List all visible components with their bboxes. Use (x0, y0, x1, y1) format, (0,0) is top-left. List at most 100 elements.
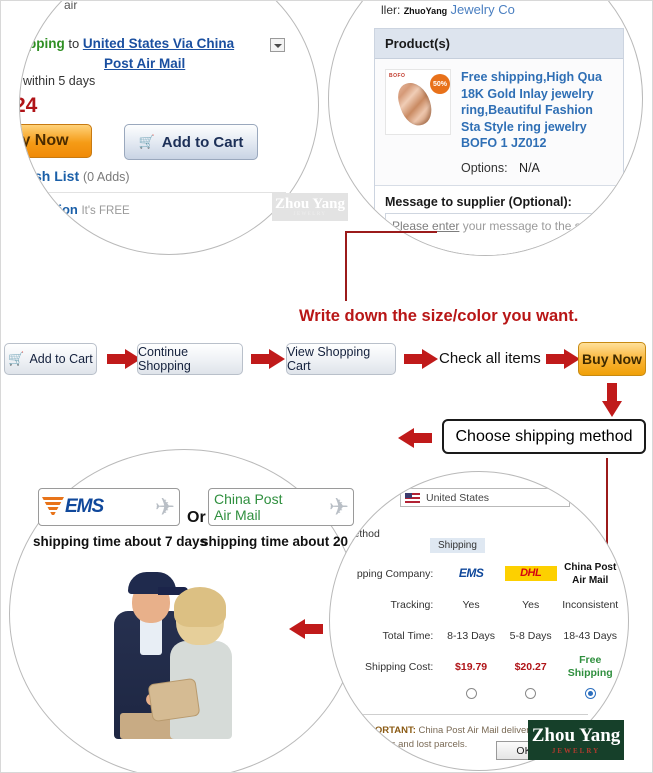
cell-tracking-ems: Yes (462, 598, 480, 611)
callout-line-vertical (345, 231, 347, 301)
wish-list-label: sh List (34, 168, 80, 184)
add-to-cart-button[interactable]: 🛒 Add to Cart (124, 124, 258, 160)
logo-sub-text: JEWELRY (551, 746, 601, 755)
logo-main-part1: Zhou (531, 724, 576, 746)
protection-free-label: It's FREE (81, 205, 130, 217)
logo-main-part2: Yang (579, 724, 621, 746)
table-row-radios (340, 682, 620, 704)
flow-check-all-items-text: Check all items (439, 350, 541, 367)
dhl-logo-icon: DHL (504, 566, 557, 581)
watermark-sub-text: JEWELRY (293, 212, 327, 217)
buyer-protection-row: tion It's FREE (54, 202, 130, 217)
products-panel: Product(s) BOFO 50% Free shipping,High Q… (374, 28, 624, 255)
shipping-method-label: ping Method (330, 528, 380, 540)
china-post-label: China Post Air Mail (564, 561, 617, 586)
shopping-cart-icon: 🛒 (8, 351, 25, 366)
divider (358, 714, 588, 715)
flow-buy-now-button[interactable]: Buy Now (578, 342, 646, 376)
table-row-company: pping Company: EMS DHL China Post Air Ma… (340, 558, 620, 589)
options-label: Options: (461, 160, 508, 175)
message-to-supplier-header: Message to supplier (Optional): (375, 184, 623, 213)
cell-cost-ems: $19.79 (455, 660, 488, 673)
product-title[interactable]: Free shipping,High Qua 18K Gold Inlay je… (461, 69, 613, 152)
wish-list-row[interactable]: sh List (0 Adds) (34, 168, 130, 184)
watermark-main-text: Zhou Yang (275, 196, 345, 212)
products-header: Product(s) (375, 29, 623, 59)
flow-continue-shopping-button[interactable]: Continue Shopping (137, 343, 243, 375)
lightbulb-icon (338, 725, 350, 739)
divider (36, 192, 286, 193)
cell-tracking-chinapost: Inconsistent (562, 598, 619, 611)
price-value: 24 (20, 94, 38, 117)
cell-time-chinapost: 18-43 Days (563, 629, 618, 642)
cell-company-chinapost: China Post Air Mail (560, 561, 620, 587)
write-down-callout-text: Write down the size/color you want. (299, 307, 579, 325)
buy-now-button[interactable]: y Now (20, 124, 92, 158)
radio-dhl[interactable] (525, 687, 537, 699)
radio-chinapost-selected[interactable] (584, 687, 596, 699)
shopping-cart-icon: 🛒 (138, 134, 155, 149)
free-shipping-label: hipping (19, 36, 65, 51)
arrow-right-icon (546, 349, 580, 369)
zhouyang-jewelry-logo: Zhou Yang JEWELRY (528, 720, 624, 760)
flow-add-to-cart-button[interactable]: 🛒 Add to Cart (4, 343, 97, 375)
shipping-destination-link-line2[interactable]: Post Air Mail (104, 56, 185, 71)
cell-time-dhl: 5-8 Days (509, 629, 552, 642)
ems-stripes-icon (42, 497, 64, 517)
shipping-tab[interactable]: Shipping (430, 538, 485, 553)
callout-line-horizontal (345, 231, 437, 233)
row-label-company: pping Company: (356, 567, 434, 580)
cell-company-ems: EMS (441, 566, 501, 581)
arrow-left-icon (398, 428, 432, 448)
table-row-cost: Shipping Cost: $19.79 $20.27 Free Shippi… (340, 651, 620, 682)
message-placeholder-rest: your message to the su (459, 218, 588, 233)
shipping-destination-link[interactable]: United States Via China (83, 36, 234, 51)
china-post-line2: Air Mail (214, 506, 261, 523)
or-separator-text: Or (187, 509, 206, 526)
arrow-left-icon (289, 619, 323, 639)
cell-radio-dhl[interactable] (501, 687, 561, 699)
logo-main-text: Zhou Yang (532, 726, 621, 745)
discount-badge: 50% (430, 74, 450, 94)
china-post-logo-text: China Post Air Mail (214, 491, 282, 524)
important-prefix: IMPORTANT: (358, 725, 416, 736)
protection-label: tion (54, 202, 78, 217)
cell-tracking-dhl: Yes (522, 598, 540, 611)
table-row-total-time: Total Time: 8-13 Days 5-8 Days 18-43 Day… (340, 620, 620, 651)
airplane-icon: ✈ (154, 494, 175, 521)
seller-prefix: ller: (381, 3, 401, 17)
china-post-logo-box: China Post Air Mail ✈ (208, 488, 354, 526)
ems-logo-box: EMS ✈ (38, 488, 180, 526)
row-label-cost: Shipping Cost: (365, 660, 434, 673)
product-sku-tag: BOFO (389, 73, 406, 79)
us-flag-icon (405, 492, 420, 503)
row-label-total-time: Total Time: (382, 629, 434, 642)
cell-radio-chinapost[interactable] (560, 687, 620, 699)
radio-ems[interactable] (465, 687, 477, 699)
table-row-tracking: Tracking: Yes Yes Inconsistent (340, 589, 620, 620)
magnifier-circle-order-page: ller: ZhuoYang Jewelry Co Product(s) BOF… (328, 1, 643, 256)
flow-step-label: Continue Shopping (138, 345, 191, 373)
airplane-icon: ✈ (328, 494, 349, 521)
seller-info-line: ller: ZhuoYang Jewelry Co (381, 2, 515, 17)
shipping-destination-row: hipping to United States Via China (19, 36, 306, 51)
message-to-supplier-input[interactable]: Please enter your message to the su (385, 212, 613, 255)
row-label-tracking: Tracking: (390, 598, 434, 611)
ems-caption: shipping time about 7 days (33, 534, 208, 549)
product-options-row: Options: N/A (461, 161, 613, 175)
seller-name: ZhuoYang (403, 6, 448, 16)
country-select[interactable]: United States (400, 488, 570, 507)
product-thumbnail[interactable]: BOFO 50% (385, 69, 451, 135)
seller-company: Jewelry Co (450, 2, 515, 17)
chevron-down-icon[interactable] (270, 38, 285, 52)
arrow-right-icon (251, 349, 285, 369)
arrow-right-icon (404, 349, 438, 369)
flow-view-shopping-cart-button[interactable]: View Shopping Cart (286, 343, 396, 375)
wish-list-count: (0 Adds) (83, 170, 130, 184)
shipping-options-table: pping Company: EMS DHL China Post Air Ma… (340, 558, 620, 704)
cell-radio-ems[interactable] (441, 687, 501, 699)
flow-step-label: Buy Now (582, 351, 642, 367)
flow-step-label: Add to Cart (29, 352, 93, 366)
watermark-zhouyang-top: Zhou Yang JEWELRY (272, 193, 348, 221)
arrow-right-icon (107, 349, 141, 369)
